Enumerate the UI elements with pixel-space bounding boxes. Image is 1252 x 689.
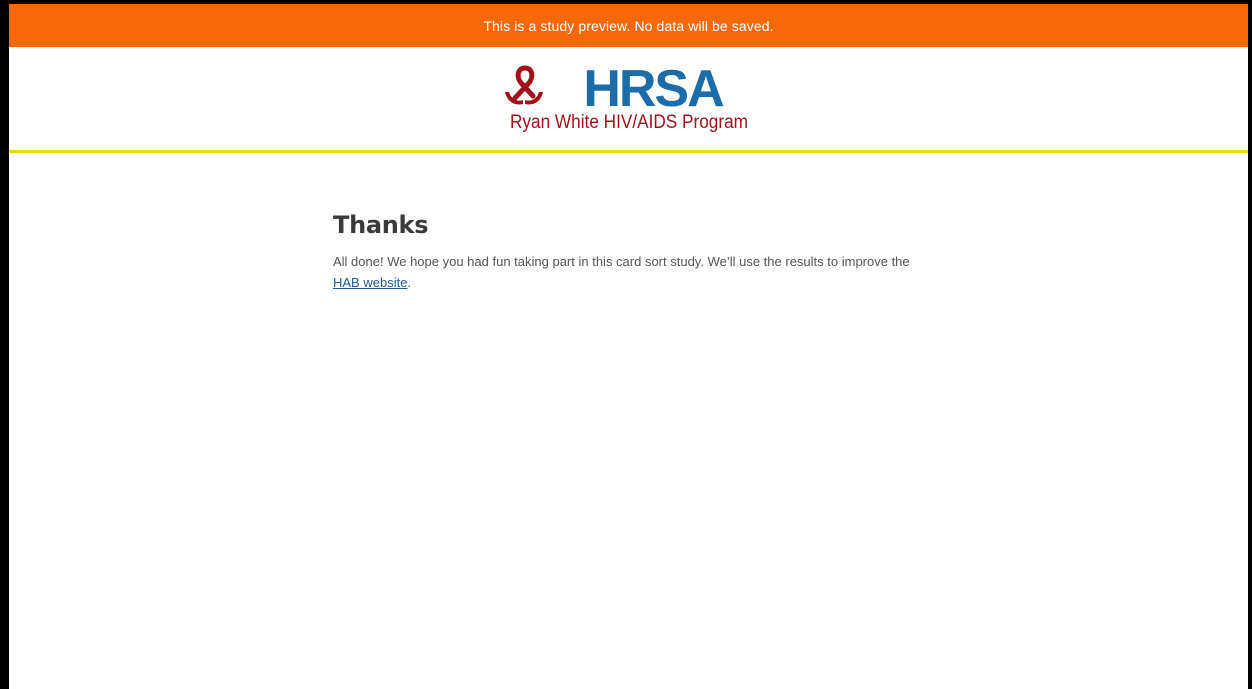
red-ribbon-with-hands-icon [504, 65, 543, 105]
hab-website-link[interactable]: HAB website [333, 275, 407, 290]
page-title: Thanks [333, 211, 429, 239]
logo-wordmark: HRSA [583, 62, 724, 118]
thanks-content: Thanks All done! We hope you had fun tak… [333, 211, 923, 293]
site-header: HRSA Ryan White HIV/AIDS Program [9, 47, 1248, 153]
logo-subtitle: Ryan White HIV/AIDS Program [510, 112, 748, 133]
hrsa-logo: HRSA Ryan White HIV/AIDS Program [504, 62, 748, 133]
completion-message-text: All done! We hope you had fun taking par… [333, 254, 910, 269]
preview-banner-text: This is a study preview. No data will be… [483, 17, 774, 34]
completion-message: All done! We hope you had fun taking par… [333, 251, 923, 293]
preview-banner: This is a study preview. No data will be… [9, 4, 1248, 47]
completion-message-end: . [407, 275, 412, 290]
page-frame: This is a study preview. No data will be… [9, 4, 1248, 689]
